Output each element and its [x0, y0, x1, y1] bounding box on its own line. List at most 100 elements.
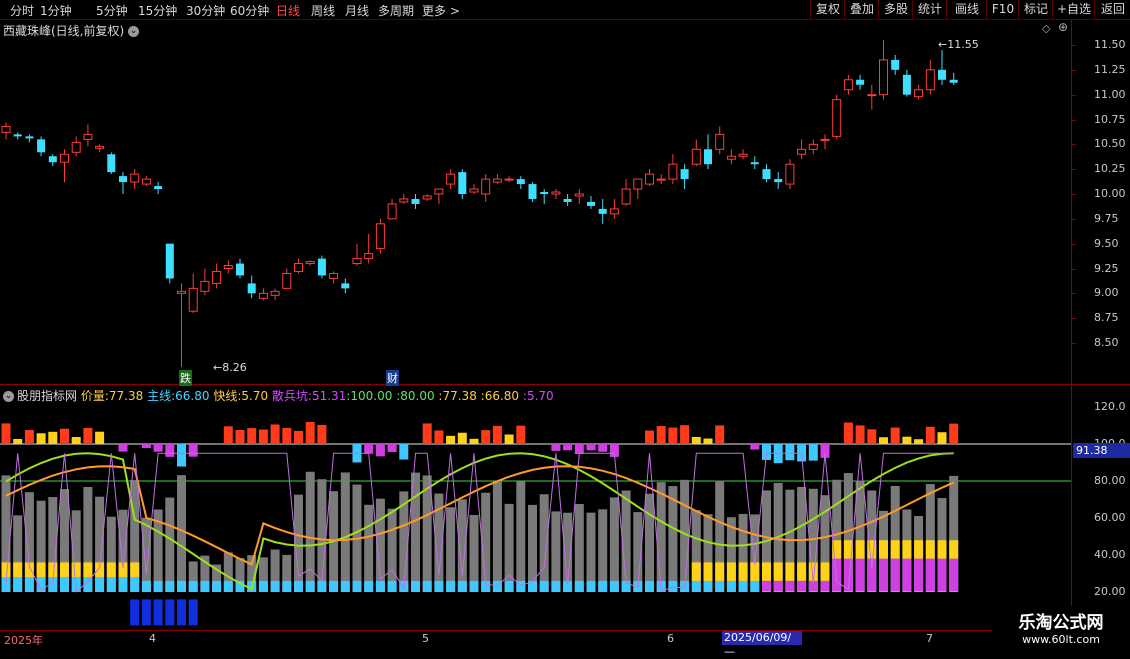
price-tick-label: 10.25	[1094, 162, 1126, 176]
bottom-bar-blue	[165, 599, 175, 626]
volume-bar-magenta	[832, 558, 842, 591]
signal-bar-up	[668, 427, 678, 444]
candle-body-up	[399, 198, 409, 203]
signal-bar-up	[867, 429, 877, 444]
candle-body-up	[609, 208, 619, 215]
candle-body-up	[329, 272, 339, 279]
candle-body-up	[820, 138, 830, 141]
signal-bar-down	[750, 444, 760, 450]
signal-bar-up	[247, 428, 257, 444]
date-label-apr: 4	[149, 632, 156, 645]
volume-bar-magenta	[902, 558, 912, 591]
signal-bar-up	[294, 430, 303, 444]
signal-bar-up	[715, 425, 725, 444]
candle-body-up	[925, 69, 935, 91]
candle-body-up	[270, 290, 280, 296]
signal-bar-up	[1, 423, 11, 444]
bottom-bar-blue	[153, 599, 163, 626]
volume-bar-grey	[656, 482, 666, 592]
signal-bar-up	[843, 422, 853, 444]
candle-body-down	[528, 184, 537, 199]
signal-bar-up	[446, 435, 456, 444]
candle-body-up	[785, 163, 795, 185]
volume-bar-magenta	[914, 558, 924, 591]
date-label-year: 2025年	[4, 634, 43, 647]
low-price-label: ←8.26	[213, 361, 247, 374]
cursor-date: 2025/06/09/—	[722, 631, 802, 658]
candle-body-up	[715, 133, 725, 150]
volume-bar-cyan	[141, 580, 151, 592]
volume-bar-grey	[609, 497, 619, 592]
watermark-url: www.60lt.com	[1022, 633, 1100, 646]
volume-bar-cyan	[282, 580, 292, 592]
candle-body-up	[212, 270, 222, 284]
volume-bar-cyan	[188, 580, 198, 592]
volume-bar-yellow	[1, 562, 11, 578]
volume-bar-magenta	[925, 558, 935, 591]
volume-bar-cyan	[364, 580, 374, 592]
volume-bar-cyan	[691, 580, 701, 592]
back-button[interactable]: 返回	[1094, 0, 1130, 19]
volume-bar-cyan	[153, 580, 163, 592]
candle-body-up	[223, 265, 233, 269]
watermark: 乐淘公式网 www.60lt.com	[992, 606, 1130, 650]
volume-bar-cyan	[551, 580, 561, 592]
volume-bar-cyan	[223, 580, 233, 592]
price-tick-mark	[1071, 94, 1076, 96]
volume-bar-magenta	[820, 580, 830, 591]
volume-bar-yellow	[867, 540, 877, 559]
candle-body-down	[48, 156, 57, 163]
ind-label-zhuxian: 主线:66.80	[147, 389, 210, 403]
volume-bar-yellow	[48, 562, 58, 578]
candle-body-up	[387, 203, 397, 220]
candle-body-up	[726, 155, 736, 160]
price-tick-label: 9.75	[1094, 211, 1119, 225]
volume-bar-yellow	[797, 562, 807, 581]
volume-bar-cyan	[305, 580, 315, 592]
indicator-tick-label: 80.00	[1094, 474, 1126, 487]
signal-bar-up	[422, 423, 432, 444]
signal-bar-up	[83, 427, 93, 444]
signal-bar-up	[879, 437, 888, 444]
candle-body-up	[1, 125, 11, 133]
volume-bar-cyan	[13, 577, 23, 592]
volume-bar-cyan	[504, 580, 514, 592]
volume-bar-cyan	[165, 580, 175, 592]
candle-body-down	[37, 139, 46, 153]
fall-marker[interactable]: 跌	[179, 370, 192, 386]
candle-body-up	[188, 287, 198, 312]
signal-bar-up	[504, 434, 514, 444]
chevron-down-icon-indicator[interactable]: ⌄	[3, 391, 14, 402]
volume-bar-cyan	[446, 580, 456, 592]
volume-bar-grey	[387, 508, 397, 592]
volume-bar-cyan	[738, 580, 748, 592]
price-tick-mark	[1071, 218, 1076, 220]
candle-body-up	[832, 99, 842, 137]
signal-bar-up	[680, 425, 690, 444]
candle-body-down	[25, 136, 34, 139]
candle-body-up	[422, 195, 432, 200]
volume-bar-yellow	[106, 562, 116, 578]
candlestick-chart	[0, 40, 1071, 626]
indicator-tick-label: 60.00	[1094, 511, 1126, 524]
price-tick-label: 9.25	[1094, 261, 1119, 275]
finance-marker[interactable]: 财	[386, 370, 399, 386]
signal-bar-up	[457, 432, 467, 444]
volume-bar-yellow	[890, 540, 900, 559]
candle-body-down	[165, 243, 174, 279]
candle-body-down	[598, 208, 607, 214]
volume-bar-grey	[586, 512, 596, 592]
signal-bar-up	[703, 438, 713, 444]
candle-body-up	[656, 178, 666, 181]
signal-bar-up	[317, 424, 327, 444]
volume-bar-yellow	[925, 540, 935, 559]
price-tick-label: 9.00	[1094, 286, 1119, 300]
volume-bar-magenta	[937, 558, 947, 591]
bottom-bar-blue	[141, 599, 151, 626]
signal-bar-down	[153, 444, 163, 452]
date-axis-divider	[0, 630, 1130, 631]
candle-body-down	[341, 283, 350, 289]
signal-bar-up	[13, 438, 23, 444]
volume-bar-cyan	[212, 580, 222, 592]
candle-body-up	[691, 148, 701, 165]
